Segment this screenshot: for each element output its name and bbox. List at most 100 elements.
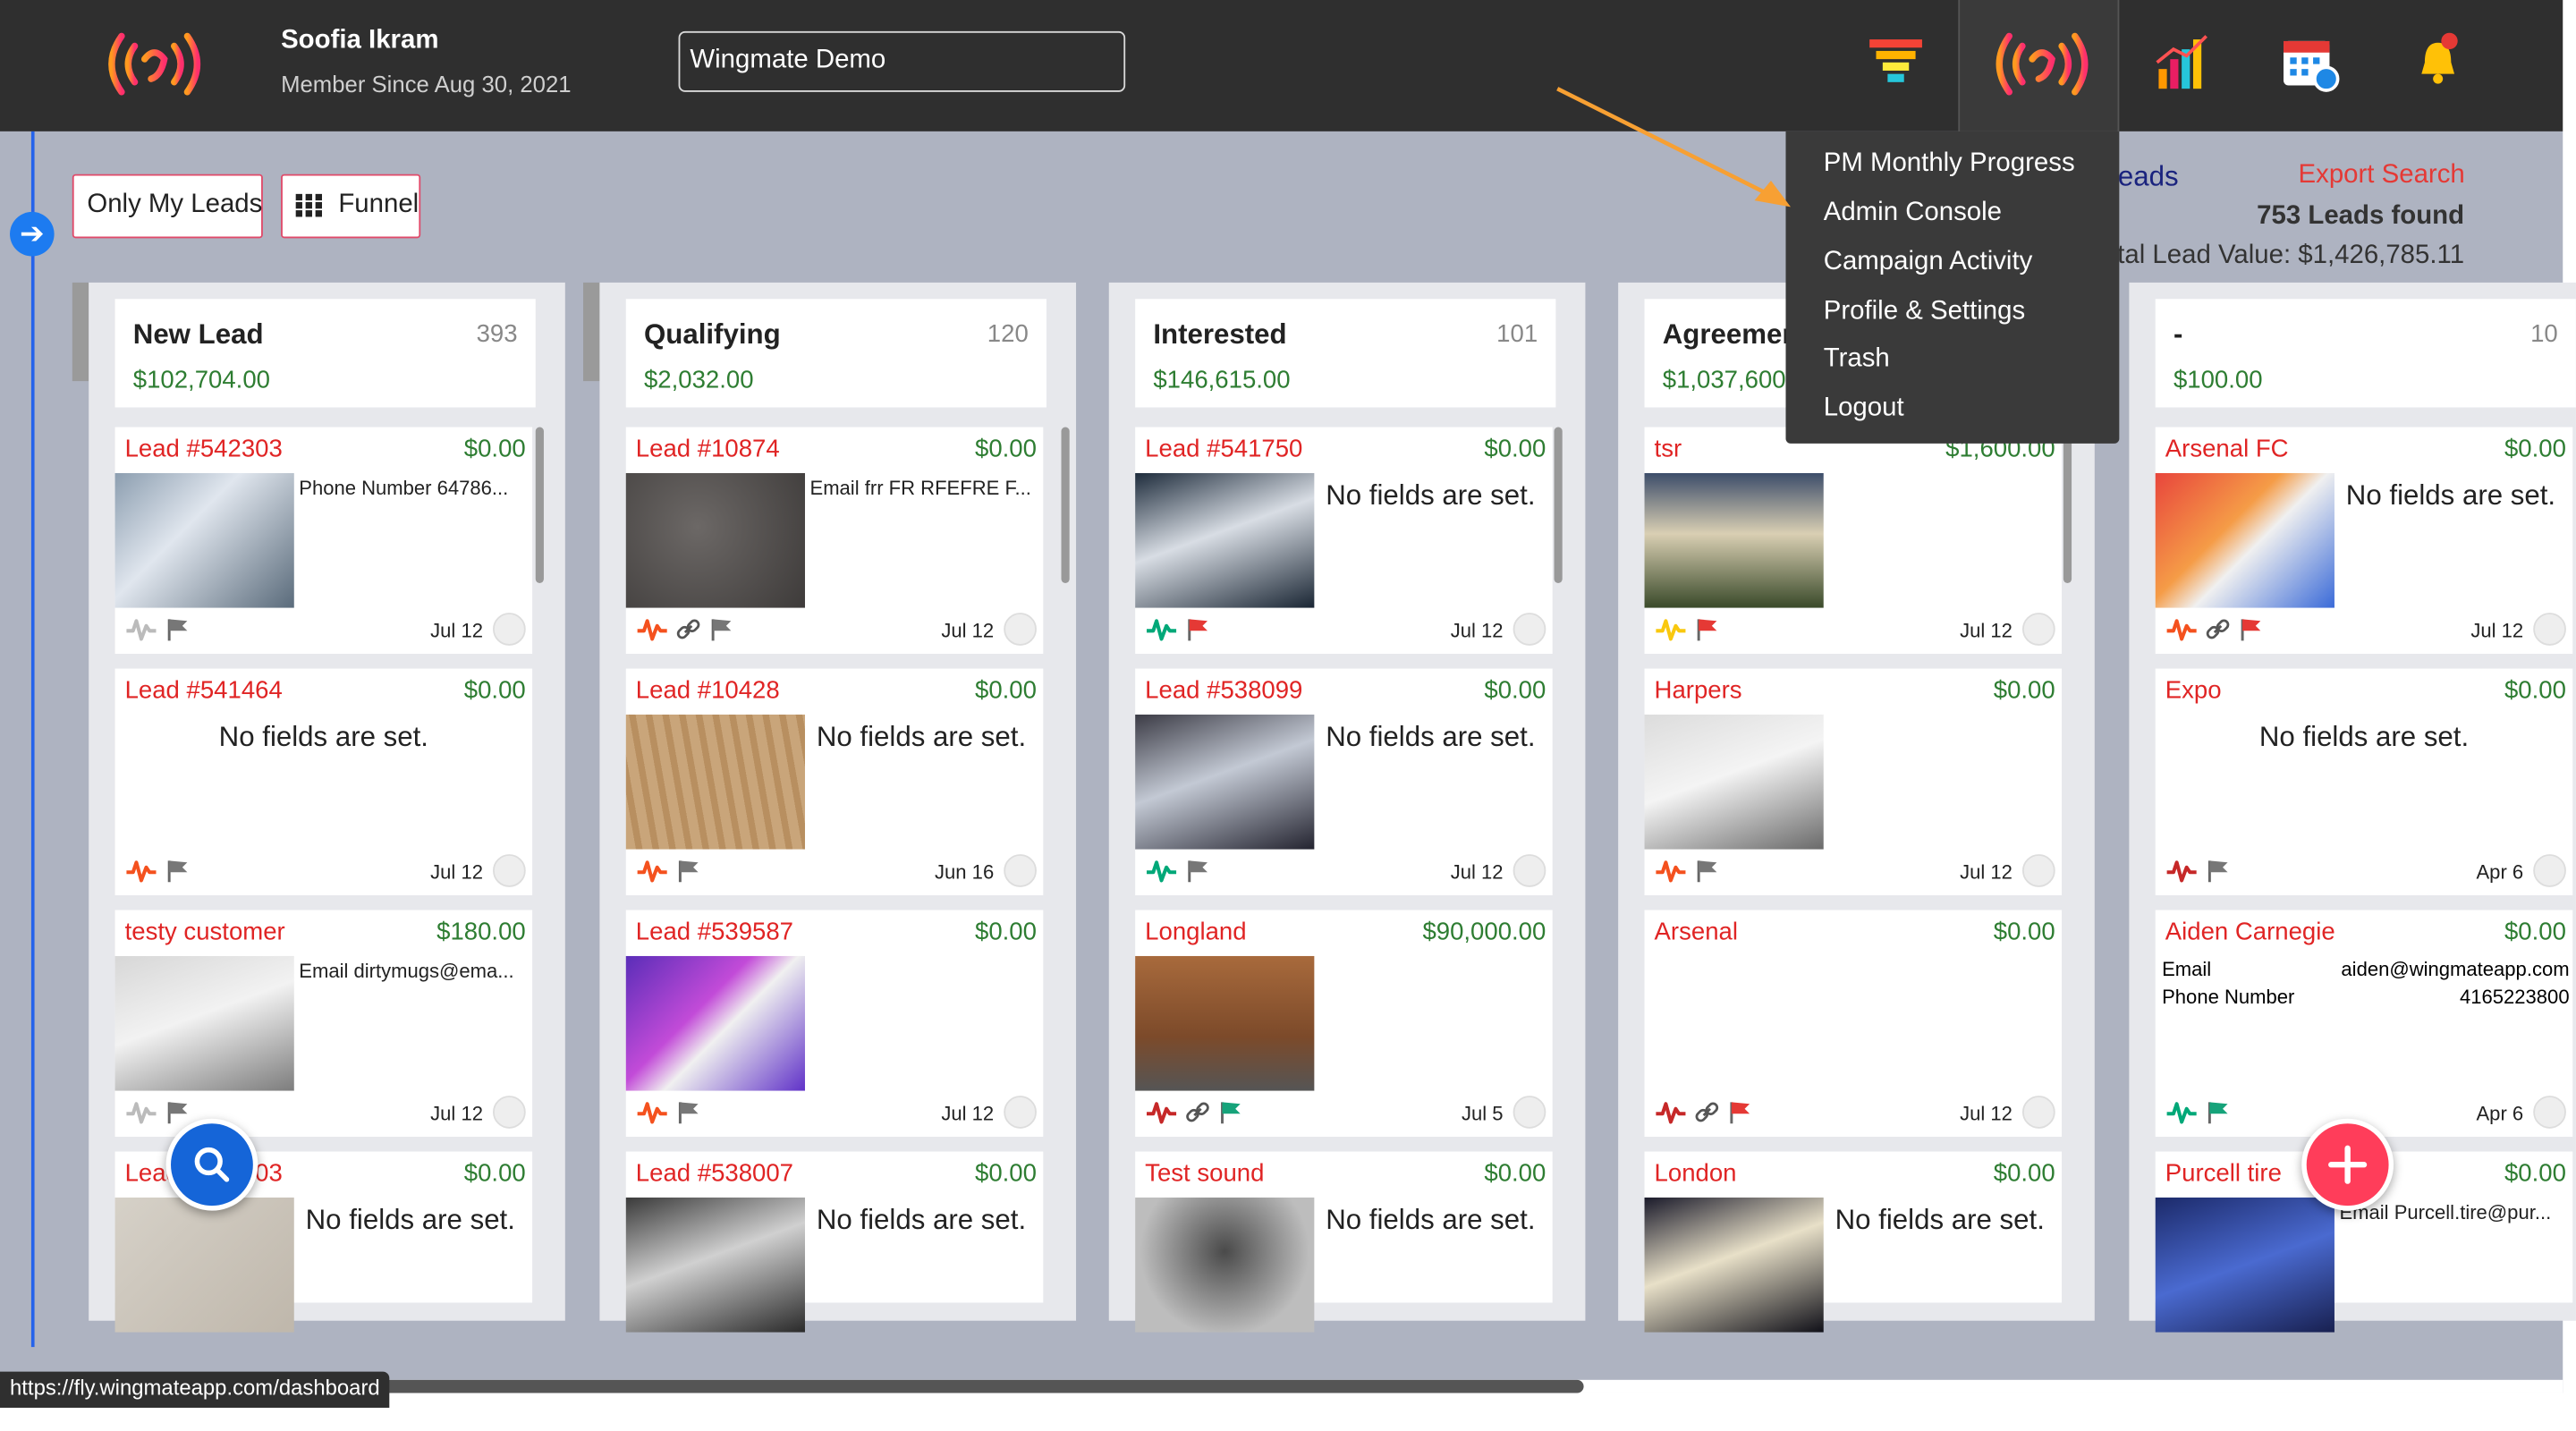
lead-name[interactable]: Lead #541464 (125, 677, 283, 705)
lead-card[interactable]: Aiden Carnegie $0.00 Email aiden@wingmate… (2155, 910, 2573, 1137)
avatar[interactable] (2533, 854, 2566, 887)
lead-name[interactable]: tsr (1655, 436, 1682, 463)
lead-card[interactable]: Test sound $0.00 No fields are set. (1135, 1151, 1553, 1333)
expand-arrow-icon[interactable]: ➔ (10, 211, 55, 257)
avatar[interactable] (1004, 854, 1037, 887)
lead-card[interactable]: Arsenal FC $0.00 No fields are set. Jul 12 (2155, 427, 2573, 655)
lead-card[interactable]: Lead #541750 $0.00 No fields are set. Jul … (1135, 427, 1553, 655)
lead-thumbnail[interactable] (114, 472, 294, 608)
lead-card[interactable]: tsr $1,600.00 Jul 12 (1644, 427, 2063, 655)
flag-icon[interactable] (1694, 858, 1720, 884)
flag-icon[interactable] (1184, 858, 1210, 884)
activity-pulse-icon[interactable] (1655, 616, 1688, 642)
link-icon[interactable] (1184, 1099, 1210, 1125)
lead-name[interactable]: Lead #10428 (636, 677, 780, 705)
company-selector[interactable]: Wingmate Demo (678, 30, 1126, 92)
link-icon[interactable] (2205, 616, 2231, 642)
lead-name[interactable]: Aiden Carnegie (2165, 919, 2335, 946)
activity-pulse-icon[interactable] (1145, 858, 1178, 884)
lead-thumbnail[interactable] (1644, 714, 1824, 850)
avatar[interactable] (2021, 854, 2055, 887)
flag-icon[interactable] (675, 1099, 701, 1125)
lead-thumbnail[interactable] (1135, 472, 1315, 608)
column-header[interactable]: New Lead 393 $102,704.00 (114, 299, 536, 408)
notification-bell-icon[interactable] (2405, 30, 2470, 95)
activity-pulse-icon[interactable] (636, 616, 669, 642)
lead-thumbnail[interactable] (625, 472, 805, 608)
green-flag-icon[interactable] (1217, 1099, 1243, 1125)
activity-pulse-icon[interactable] (125, 1099, 158, 1125)
nav-home-active[interactable] (1958, 0, 2120, 131)
avatar[interactable] (2533, 613, 2566, 646)
lead-thumbnail[interactable] (1644, 1197, 1824, 1333)
menu-item-trash[interactable]: Trash (1824, 345, 1890, 375)
menu-item-campaign-activity[interactable]: Campaign Activity (1824, 248, 2033, 277)
lead-name[interactable]: Arsenal FC (2165, 436, 2289, 463)
avatar[interactable] (493, 613, 526, 646)
activity-pulse-icon[interactable] (2165, 858, 2199, 884)
lead-name[interactable]: Test sound (1145, 1160, 1264, 1188)
lead-name[interactable]: Lead #538007 (636, 1160, 793, 1188)
lead-thumbnail[interactable] (114, 1197, 294, 1333)
lead-thumbnail[interactable] (625, 955, 805, 1091)
lead-card[interactable]: Expo $0.00 No fields are set. Apr 6 (2155, 668, 2573, 896)
lead-name[interactable]: London (1655, 1160, 1737, 1188)
avatar[interactable] (1004, 613, 1037, 646)
menu-item-profile-settings[interactable]: Profile & Settings (1824, 297, 2025, 326)
column-scrollbar[interactable] (2063, 427, 2072, 584)
lead-name[interactable]: Lead #10874 (636, 436, 780, 463)
lead-name[interactable]: Lead #539587 (636, 919, 793, 946)
lead-thumbnail[interactable] (2155, 1197, 2334, 1333)
lead-card[interactable]: Lead #538007 $0.00 No fields are set. (625, 1151, 1044, 1333)
activity-pulse-icon[interactable] (2165, 616, 2199, 642)
lead-card[interactable]: Lead #10874 $0.00 Email frr FR RFEFRE F..… (625, 427, 1044, 655)
avatar[interactable] (2021, 1096, 2055, 1129)
activity-pulse-icon[interactable] (1145, 1099, 1178, 1125)
search-fab[interactable] (165, 1118, 258, 1211)
wingmate-logo-icon[interactable] (98, 23, 210, 106)
menu-item-logout[interactable]: Logout (1824, 394, 1904, 424)
menu-item-pm-monthly-progress[interactable]: PM Monthly Progress (1824, 149, 2075, 179)
lead-name[interactable]: Purcell tire (2165, 1160, 2282, 1188)
avatar[interactable] (493, 854, 526, 887)
avatar[interactable] (1513, 613, 1546, 646)
avatar[interactable] (2533, 1096, 2566, 1129)
funnel-icon[interactable] (1863, 30, 1928, 95)
activity-pulse-icon[interactable] (636, 1099, 669, 1125)
flag-icon[interactable] (708, 616, 734, 642)
lead-card[interactable]: Lead #541464 $0.00 No fields are set. Jul … (114, 668, 533, 896)
column-scrollbar[interactable] (1061, 427, 1070, 584)
only-my-leads-button[interactable]: Only My Leads (72, 174, 263, 239)
lead-name[interactable]: Lead #542303 (125, 436, 283, 463)
flag-icon[interactable] (2205, 858, 2231, 884)
export-search-link[interactable]: Export Search (2299, 161, 2465, 191)
activity-pulse-icon[interactable] (125, 616, 158, 642)
activity-pulse-icon[interactable] (1655, 858, 1688, 884)
lead-card[interactable]: Arsenal $0.00 Jul 12 (1644, 910, 2063, 1137)
activity-pulse-icon[interactable] (1655, 1099, 1688, 1125)
red-flag-icon[interactable] (1184, 616, 1210, 642)
flag-icon[interactable] (165, 858, 191, 884)
lead-thumbnail[interactable] (2155, 472, 2334, 608)
red-flag-icon[interactable] (1726, 1099, 1752, 1125)
lead-name[interactable]: Arsenal (1655, 919, 1738, 946)
activity-pulse-icon[interactable] (125, 858, 158, 884)
column-header[interactable]: - 10 $100.00 (2155, 299, 2576, 408)
red-flag-icon[interactable] (2238, 616, 2264, 642)
column-scrollbar[interactable] (535, 427, 544, 584)
lead-card[interactable]: Longland $90,000.00 Jul 5 (1135, 910, 1553, 1137)
avatar[interactable] (493, 1096, 526, 1129)
column-header[interactable]: Interested 101 $146,615.00 (1135, 299, 1556, 408)
avatar[interactable] (1513, 854, 1546, 887)
link-icon[interactable] (1694, 1099, 1720, 1125)
bar-chart-icon[interactable] (2150, 30, 2216, 95)
avatar[interactable] (2021, 613, 2055, 646)
link-icon[interactable] (675, 616, 701, 642)
lead-thumbnail[interactable] (1135, 714, 1315, 850)
lead-card[interactable]: Lead #539587 $0.00 Jul 12 (625, 910, 1044, 1137)
lead-thumbnail[interactable] (1135, 1197, 1315, 1333)
lead-card[interactable]: testy customer $180.00 Email dirtymugs@em… (114, 910, 533, 1137)
lead-name[interactable]: Lead #541750 (1145, 436, 1302, 463)
lead-card[interactable]: Lead #538099 $0.00 No fields are set. Jul … (1135, 668, 1553, 896)
flag-icon[interactable] (675, 858, 701, 884)
